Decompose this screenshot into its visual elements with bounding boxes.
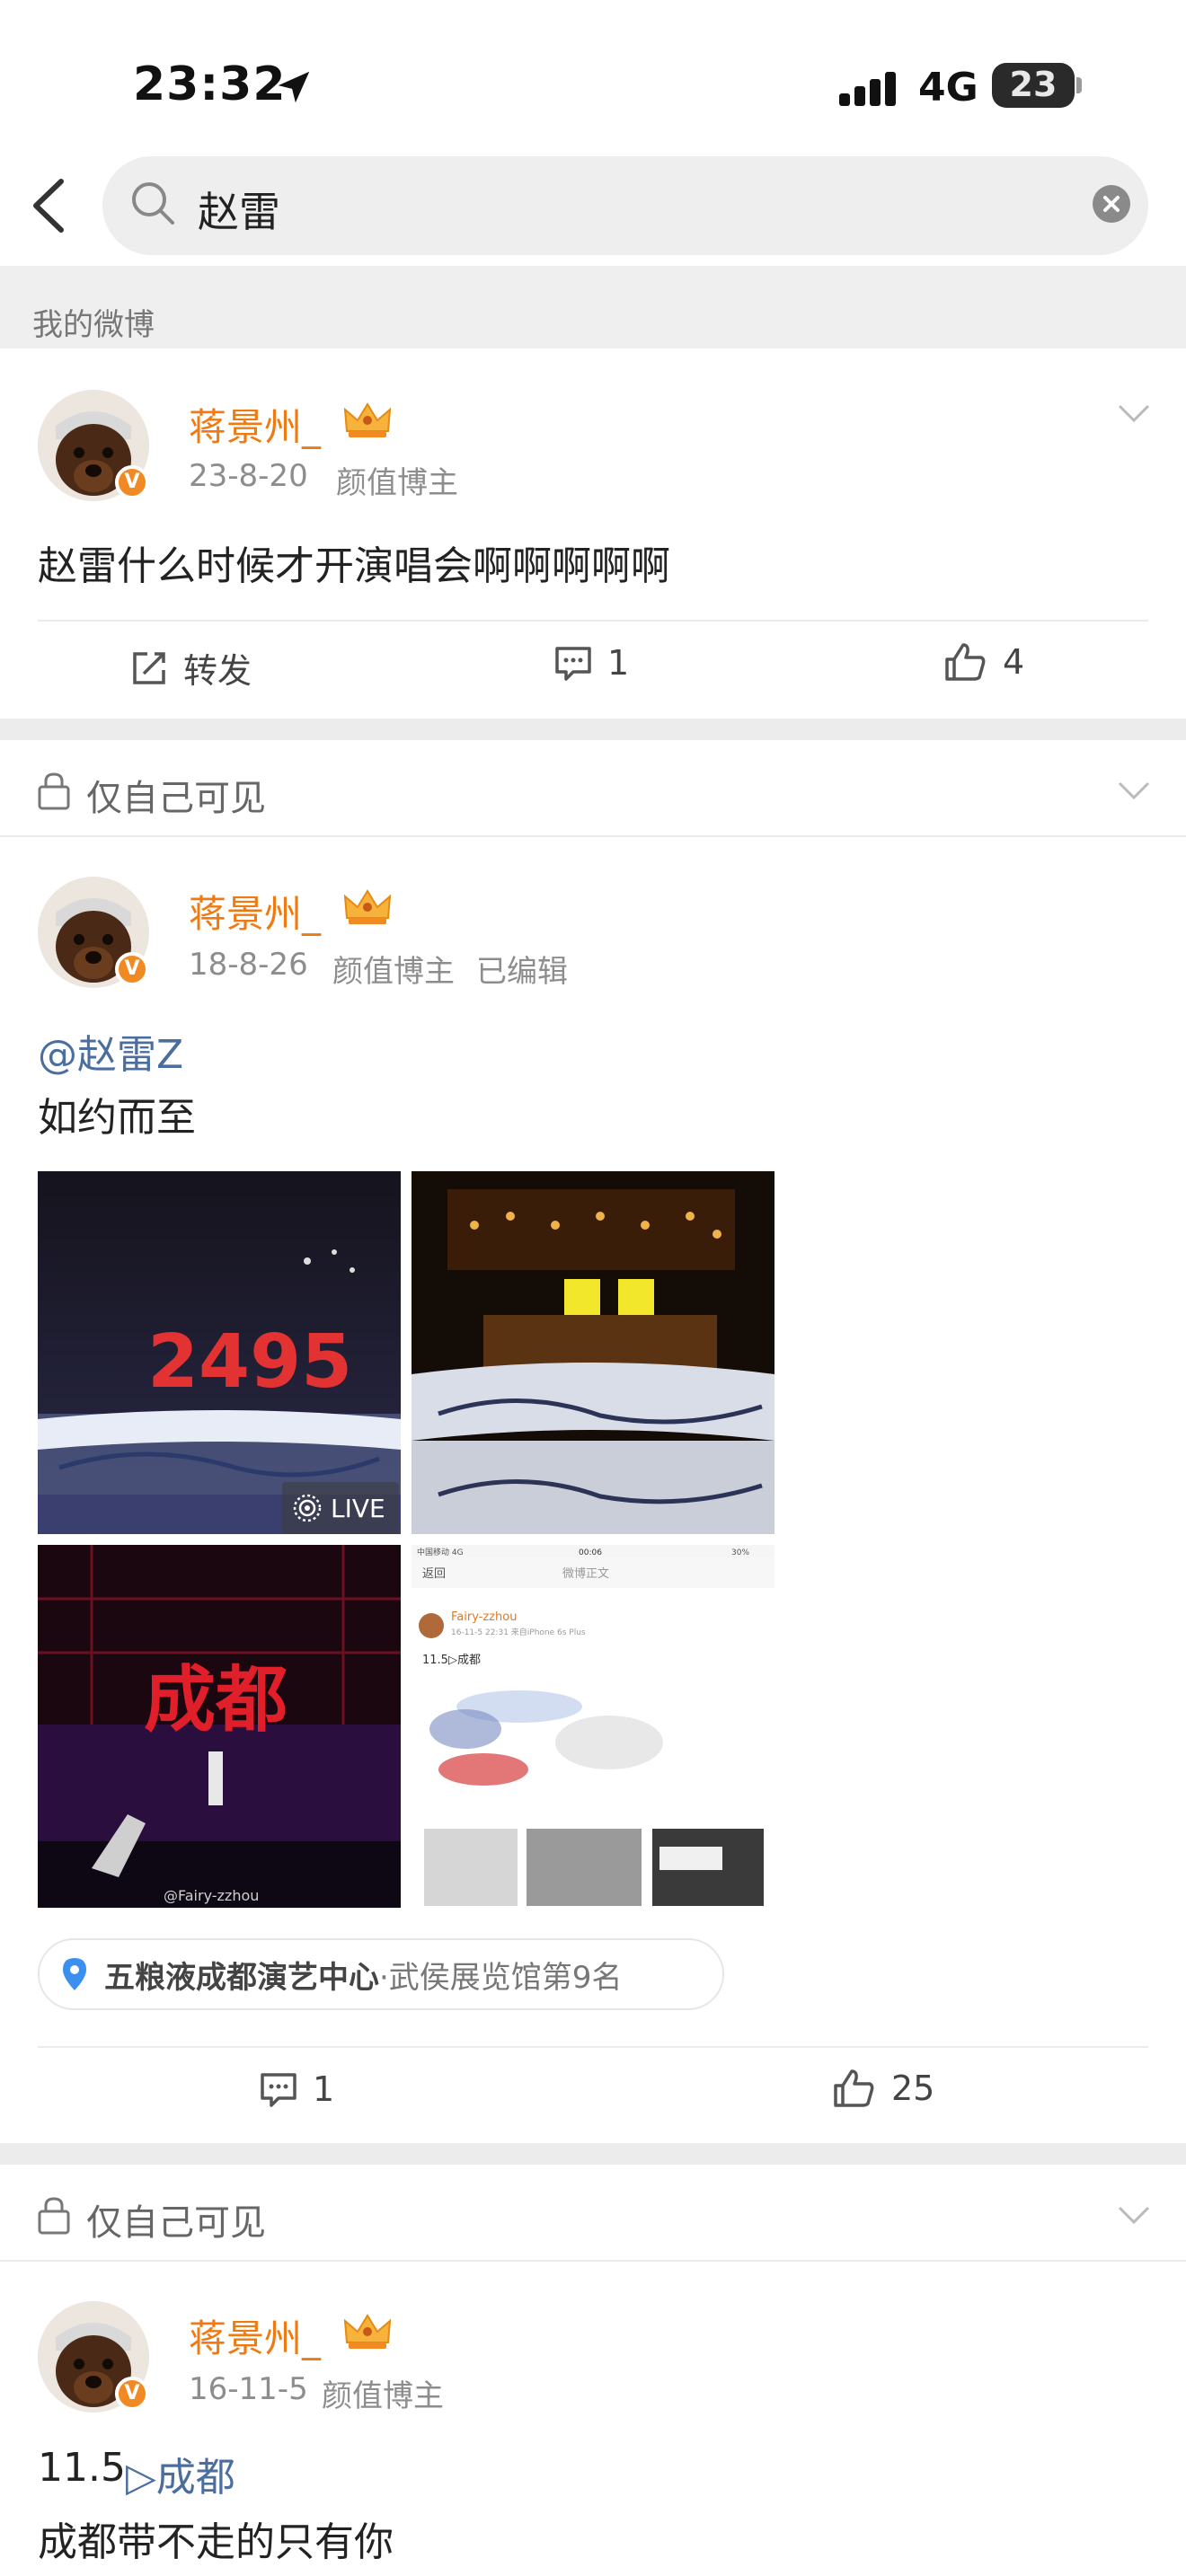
- lock-icon: [38, 2197, 70, 2235]
- username[interactable]: 蒋景州_: [189, 884, 321, 939]
- screenshot-photo: 中国移动 4G 00:06 30% 返回 微博正文 Fairy-zzhou 16…: [412, 1545, 774, 1908]
- shot-text: 11.5▷成都: [422, 1654, 481, 1667]
- close-icon: [1103, 196, 1120, 212]
- mention-link[interactable]: @赵雷Z: [38, 1022, 183, 1080]
- status-time: 23:32: [133, 57, 287, 111]
- battery-tip: [1076, 77, 1082, 93]
- visibility-row: 仅自己可见: [0, 2166, 1186, 2262]
- shot-meta: 16-11-5 22:31 来自iPhone 6s Plus: [451, 1627, 586, 1637]
- repost-icon: [133, 651, 165, 684]
- visibility-row: 仅自己可见: [0, 742, 1186, 837]
- shot-time: 00:06: [579, 1548, 602, 1557]
- photo-caption: 成都: [144, 1658, 288, 1742]
- shot-battery: 30%: [731, 1548, 749, 1557]
- repost-label: 转发: [183, 651, 252, 691]
- photo-watermark: @Fairy-zzhou: [164, 1887, 259, 1904]
- post-text: 赵雷什么时候才开演唱会啊啊啊啊啊: [38, 543, 670, 589]
- photo-concert-chengdu[interactable]: 成都 @Fairy-zzhou: [38, 1545, 401, 1908]
- shot-user: Fairy-zzhou: [451, 1610, 517, 1624]
- search-query[interactable]: 赵雷: [198, 180, 280, 239]
- comment-count: 1: [313, 2069, 335, 2109]
- post-date: 23-8-20: [189, 458, 308, 494]
- live-label: LIVE: [331, 1493, 385, 1523]
- search-icon: [132, 182, 174, 225]
- visibility-label: 仅自己可见: [86, 2202, 266, 2244]
- signal-icon: [839, 72, 896, 106]
- comment-button[interactable]: 1: [553, 643, 629, 683]
- chevron-down-icon[interactable]: [1116, 2204, 1152, 2226]
- thumbs-up-icon: [834, 2069, 874, 2107]
- shot-carrier: 中国移动 4G: [417, 1547, 464, 1557]
- location-pin-icon: [63, 1958, 86, 1990]
- comment-icon: [555, 647, 591, 681]
- edited-label: 已编辑: [476, 954, 568, 990]
- like-button[interactable]: 25: [832, 2066, 934, 2111]
- post-date: 16-11-5: [189, 2371, 308, 2407]
- concert-stage-photo: [412, 1171, 774, 1534]
- location-tag[interactable]: 五粮液成都演艺中心 ·武侯展览馆第9名: [38, 1938, 724, 2010]
- verified-badge: V: [115, 952, 149, 986]
- topic-link[interactable]: ▷成都: [126, 2445, 235, 2502]
- post-line: 11.5 ▷成都: [38, 2445, 235, 2502]
- user-tag: 颜值博主: [332, 954, 455, 990]
- visibility-label: 仅自己可见: [86, 778, 266, 819]
- photo-caption: 2495: [147, 1319, 352, 1405]
- like-count: 4: [1003, 642, 1025, 682]
- verified-badge: V: [115, 465, 149, 499]
- like-button[interactable]: 4: [943, 640, 1024, 684]
- clear-search-button[interactable]: [1093, 185, 1130, 223]
- comment-count: 1: [607, 643, 630, 683]
- photo-screenshot[interactable]: 中国移动 4G 00:06 30% 返回 微博正文 Fairy-zzhou 16…: [412, 1545, 774, 1908]
- location-arrow-icon: [278, 71, 310, 103]
- user-tag: 颜值博主: [322, 2378, 444, 2414]
- divider: [0, 2260, 1186, 2262]
- user-tag: 颜值博主: [336, 465, 458, 501]
- post-text: 成都带不走的只有你: [38, 2519, 394, 2565]
- post-date: 18-8-26: [189, 947, 308, 983]
- photo-concert-stage[interactable]: [412, 1171, 774, 1534]
- divider: [38, 620, 1148, 622]
- repost-button[interactable]: 转发: [129, 643, 252, 693]
- like-count: 25: [891, 2069, 935, 2108]
- verified-badge: V: [115, 2377, 149, 2411]
- network-type: 4G: [918, 65, 978, 110]
- comment-icon: [261, 2073, 296, 2107]
- back-arrow-icon[interactable]: [27, 176, 72, 235]
- chevron-down-icon[interactable]: [1116, 402, 1152, 424]
- chevron-down-icon[interactable]: [1116, 780, 1152, 801]
- post-separator: [0, 719, 1186, 740]
- location-name: 五粮液成都演艺中心: [104, 1959, 379, 1996]
- concert-chengdu-photo: 成都 @Fairy-zzhou: [38, 1545, 401, 1908]
- crown-icon: [343, 402, 392, 437]
- post-separator: [0, 2143, 1186, 2165]
- post-date-text: 11.5: [38, 2445, 126, 2491]
- concert-photo: 2495: [38, 1171, 401, 1534]
- lock-icon: [38, 772, 70, 810]
- divider: [38, 2046, 1148, 2048]
- photo-concert-2495[interactable]: 2495 LIVE: [38, 1171, 401, 1534]
- username[interactable]: 蒋景州_: [189, 397, 321, 452]
- crown-icon: [343, 889, 392, 924]
- comment-button[interactable]: 1: [259, 2069, 334, 2109]
- battery-level: 23: [1009, 65, 1058, 104]
- location-sub: ·武侯展览馆第9名: [379, 1959, 623, 1996]
- shot-back: 返回: [422, 1567, 446, 1581]
- live-icon: [293, 1494, 322, 1522]
- crown-icon: [343, 2314, 392, 2349]
- thumbs-up-icon: [945, 643, 986, 681]
- section-title: 我的微博: [32, 307, 155, 343]
- post-text: 如约而至: [38, 1095, 196, 1141]
- shot-title: 微博正文: [562, 1567, 609, 1581]
- username[interactable]: 蒋景州_: [189, 2308, 321, 2363]
- divider: [0, 835, 1186, 837]
- live-badge: LIVE: [282, 1482, 399, 1534]
- section-header: [0, 266, 1186, 348]
